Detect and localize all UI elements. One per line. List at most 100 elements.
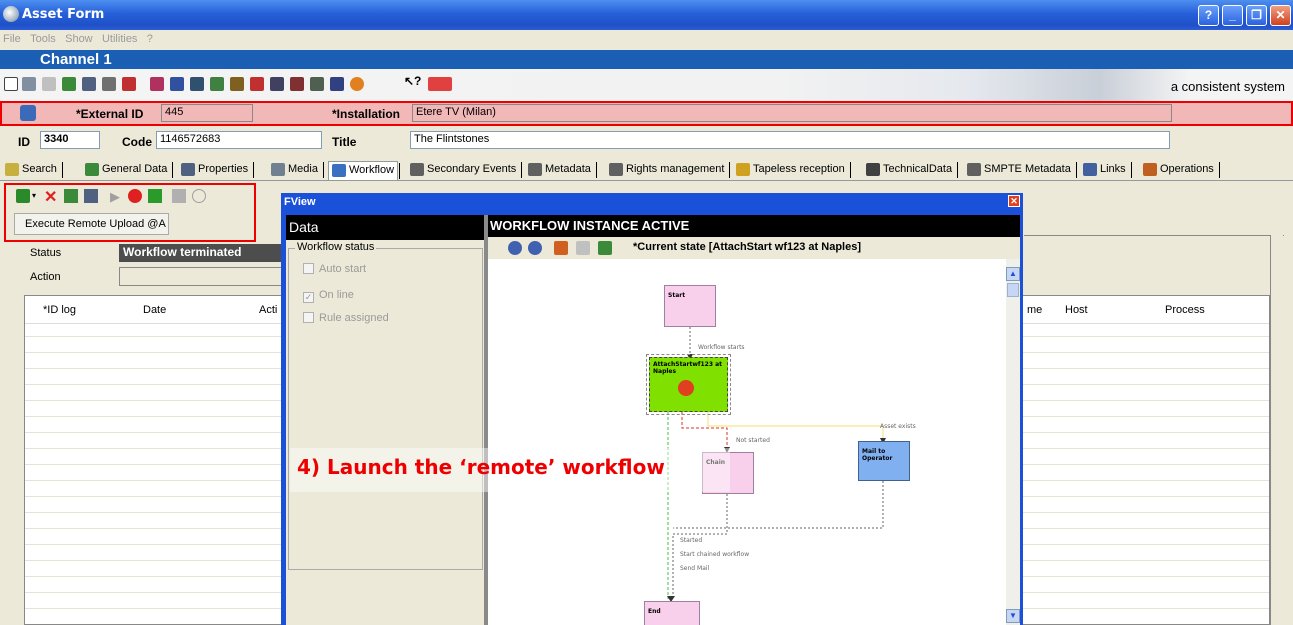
media-icon[interactable] (350, 77, 364, 91)
dropdown-arrow-icon[interactable]: ▾ (32, 191, 36, 200)
diagram-scrollbar[interactable]: ▲ ▼ (1006, 259, 1020, 625)
scroll-down-icon[interactable]: ▼ (1006, 609, 1020, 623)
id-field[interactable]: 3340 (40, 131, 100, 149)
col-date[interactable]: Date (143, 304, 166, 316)
tool-icon-4[interactable] (210, 77, 224, 91)
tool-icon-5[interactable] (230, 77, 244, 91)
col-id-log[interactable]: *ID log (43, 304, 76, 316)
window-title: Asset Form (22, 7, 105, 22)
save-icon[interactable] (22, 77, 36, 91)
installation-label: *Installation (332, 107, 401, 121)
data-panel-header: Data (286, 215, 484, 240)
tool-icon-6[interactable] (250, 77, 264, 91)
smpte-tab-icon (967, 163, 981, 176)
tab-operations[interactable]: Operations (1140, 161, 1220, 180)
restore-button[interactable]: ❐ (1246, 5, 1267, 26)
panel-border (1024, 235, 1284, 236)
rule-assigned-checkbox[interactable]: Rule assigned (303, 312, 389, 324)
action-field[interactable] (119, 267, 289, 286)
title-bar: Asset Form ? _ ❐ ✕ (0, 0, 1293, 30)
col-process[interactable]: Process (1165, 304, 1205, 316)
add-workflow-icon[interactable] (16, 189, 30, 203)
help-window-icon[interactable]: ? (1198, 5, 1219, 26)
auto-start-checkbox[interactable]: Auto start (303, 263, 366, 275)
node-mail-operator[interactable]: Mail to Operator (858, 441, 910, 481)
menu-tools[interactable]: Tools (27, 30, 59, 48)
installation-field[interactable]: Etere TV (Milan) (412, 104, 1172, 122)
online-checkbox[interactable]: ✓ On line (303, 289, 354, 303)
code-field[interactable]: 1146572683 (156, 131, 322, 149)
node-end[interactable]: End (644, 601, 700, 625)
channel-bar: Channel 1 (0, 50, 1293, 69)
col-time[interactable]: me (1027, 304, 1042, 316)
tab-general-data[interactable]: General Data (82, 161, 174, 180)
title-field[interactable]: The Flintstones (410, 131, 1170, 149)
app-icon (3, 6, 19, 22)
stop-icon[interactable] (128, 189, 142, 203)
node-start[interactable]: Start (664, 285, 716, 327)
tab-rights-management[interactable]: Rights management (606, 161, 731, 180)
tool-icon-2[interactable] (170, 77, 184, 91)
tool-icon-9[interactable] (310, 77, 324, 91)
fview-close-button[interactable]: ✕ (1008, 195, 1020, 207)
info-icon[interactable] (192, 189, 206, 203)
comment-icon[interactable] (172, 189, 186, 203)
tool-icon-1[interactable] (150, 77, 164, 91)
menu-bar: File Tools Show Utilities ? (0, 30, 1293, 50)
zoom-out-icon[interactable] (528, 241, 542, 255)
tab-secondary-events[interactable]: Secondary Events (407, 161, 523, 180)
edge-label-not-started: Not started (736, 437, 770, 444)
menu-show[interactable]: Show (62, 30, 96, 48)
tool-icon-8[interactable] (290, 77, 304, 91)
tab-search[interactable]: Search (2, 161, 63, 180)
panel-edge (1270, 235, 1283, 625)
monitor-icon[interactable] (330, 77, 344, 91)
menu-file[interactable]: File (0, 30, 24, 48)
properties-icon[interactable] (84, 189, 98, 203)
tab-media[interactable]: Media (268, 161, 324, 180)
tab-metadata[interactable]: Metadata (525, 161, 597, 180)
scroll-thumb[interactable] (1007, 283, 1019, 297)
undo-diagram-icon[interactable] (576, 241, 590, 255)
col-action[interactable]: Acti (259, 304, 277, 316)
tab-tapeless-reception[interactable]: Tapeless reception (733, 161, 851, 180)
refresh-workflow-icon[interactable] (64, 189, 78, 203)
tab-links[interactable]: Links (1080, 161, 1132, 180)
tab-properties[interactable]: Properties (178, 161, 255, 180)
delete-icon[interactable]: ✕ (44, 187, 57, 207)
new-icon[interactable] (4, 77, 18, 91)
asset-id-row: ID 3340 Code 1146572683 Title The Flints… (0, 128, 1293, 154)
refresh-icon[interactable] (62, 77, 76, 91)
properties-tab-icon (181, 163, 195, 176)
copy-icon[interactable] (82, 77, 96, 91)
scissors-icon[interactable] (122, 77, 136, 91)
undo-icon[interactable] (42, 77, 56, 91)
close-button[interactable]: ✕ (1270, 5, 1291, 26)
workflow-status-group: Workflow status Auto start ✓ On line Rule… (288, 241, 483, 570)
play-icon[interactable]: ▶ (110, 189, 120, 205)
node-attach-start[interactable]: AttachStartwf123 at Naples (646, 354, 731, 415)
document-icon[interactable] (598, 241, 612, 255)
edge-label-started: Started (680, 537, 703, 544)
checkbox-box (303, 312, 314, 323)
resume-icon[interactable] (148, 189, 162, 203)
tab-technical-data[interactable]: TechnicalData (863, 161, 959, 180)
menu-utilities[interactable]: Utilities (99, 30, 140, 48)
hand-icon[interactable] (102, 77, 116, 91)
export-icon[interactable] (554, 241, 568, 255)
tool-icon-3[interactable] (190, 77, 204, 91)
external-id-field[interactable]: 445 (161, 104, 253, 122)
zoom-in-icon[interactable] (508, 241, 522, 255)
exit-icon[interactable] (428, 77, 452, 91)
fview-title: FView (284, 196, 316, 208)
workflow-diagram-canvas[interactable]: Start AttachStartwf123 at Naples Chain M… (488, 259, 1006, 625)
menu-help[interactable]: ? (144, 30, 156, 48)
preview-icon[interactable] (270, 77, 284, 91)
minimize-button[interactable]: _ (1222, 5, 1243, 26)
tab-workflow[interactable]: Workflow (328, 161, 401, 180)
help-pointer-icon[interactable]: ↖? (404, 74, 421, 88)
scroll-up-icon[interactable]: ▲ (1006, 267, 1020, 281)
col-host[interactable]: Host (1065, 304, 1088, 316)
tab-smpte-metadata[interactable]: SMPTE Metadata (964, 161, 1077, 180)
execute-remote-upload-button[interactable]: Execute Remote Upload @A (14, 213, 169, 235)
